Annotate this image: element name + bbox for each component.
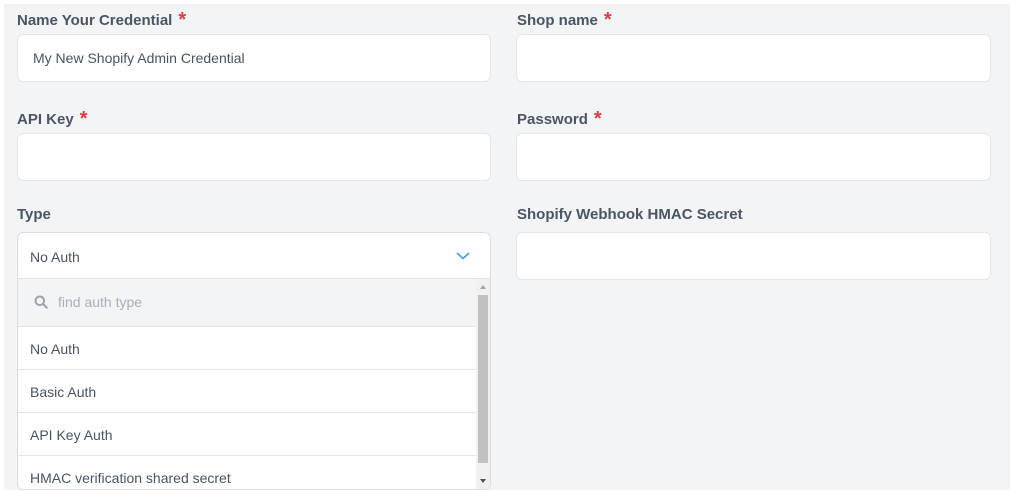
scroll-up-arrow-icon[interactable] [476,281,490,293]
auth-type-search [18,279,476,327]
option-label: API Key Auth [30,427,113,443]
webhook-secret-label: Shopify Webhook HMAC Secret [517,206,743,223]
scrollbar-thumb[interactable] [478,295,488,463]
dropdown-scrollbar[interactable] [476,279,490,489]
required-asterisk: * [178,9,187,31]
auth-type-search-input[interactable] [58,291,438,313]
required-asterisk: * [593,108,602,130]
option-hmac-secret[interactable]: HMAC verification shared secret [18,456,476,489]
type-select-toggle[interactable]: No Auth [18,233,490,279]
option-api-key-auth[interactable]: API Key Auth [18,413,476,456]
search-icon [34,295,48,309]
option-label: HMAC verification shared secret [30,470,231,486]
required-asterisk: * [603,9,612,31]
credential-name-label: Name Your Credential * [17,9,187,31]
scroll-down-arrow-icon[interactable] [476,475,490,487]
shop-name-label: Shop name * [517,9,612,31]
credential-name-input[interactable]: My New Shopify Admin Credential [17,34,491,82]
type-label: Type [17,206,51,223]
credential-name-value: My New Shopify Admin Credential [33,50,245,66]
chevron-down-icon[interactable] [456,251,470,261]
option-label: No Auth [30,341,80,357]
api-key-input[interactable] [17,133,491,181]
required-asterisk: * [79,108,88,130]
password-label: Password * [517,108,602,130]
api-key-label: API Key * [17,108,88,130]
password-input[interactable] [516,133,991,181]
webhook-secret-input[interactable] [516,232,991,280]
type-selected-value: No Auth [30,249,80,265]
option-basic-auth[interactable]: Basic Auth [18,370,476,413]
option-label: Basic Auth [30,384,97,400]
shop-name-input[interactable] [516,34,991,82]
option-no-auth[interactable]: No Auth [18,327,476,370]
type-select: No Auth No Auth Basic Auth API Key Auth … [17,232,491,490]
